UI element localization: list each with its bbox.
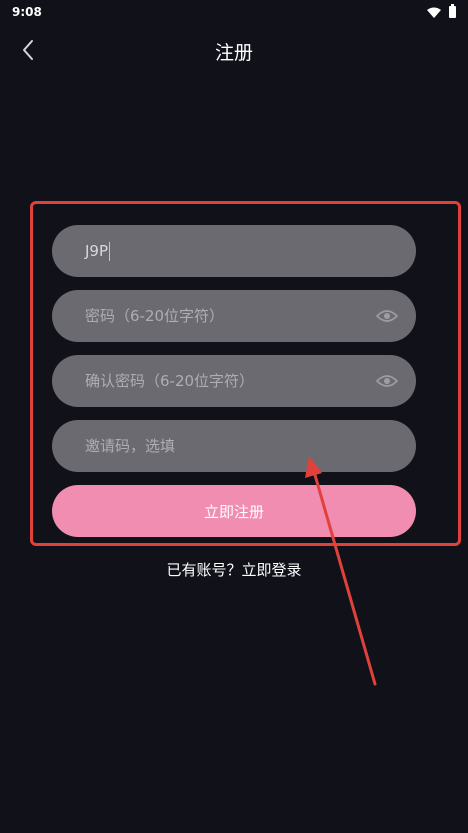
invite-code-field[interactable] — [52, 420, 416, 472]
status-time: 9:08 — [12, 5, 42, 19]
password-input[interactable] — [85, 307, 386, 325]
eye-icon[interactable] — [376, 373, 398, 389]
header: 注册 — [0, 28, 468, 72]
username-field[interactable]: J9P — [52, 225, 416, 277]
invite-code-input[interactable] — [85, 437, 386, 455]
register-screen: 9:08 注册 J9P 邀请码，选填 立即注册 已有账号？立即登录 — [0, 0, 468, 833]
wifi-icon — [427, 7, 441, 18]
confirm-password-field[interactable] — [52, 355, 416, 407]
login-prompt: 已有账号？立即登录 — [0, 559, 468, 580]
status-bar: 9:08 — [0, 0, 468, 24]
battery-icon — [449, 4, 456, 18]
confirm-password-input[interactable] — [85, 372, 386, 390]
login-prefix: 已有账号？ — [166, 561, 242, 579]
username-value[interactable]: J9P — [85, 242, 108, 260]
login-link[interactable]: 立即登录 — [242, 561, 302, 579]
page-title: 注册 — [214, 42, 253, 64]
eye-icon[interactable] — [376, 308, 398, 324]
password-field[interactable] — [52, 290, 416, 342]
register-button[interactable]: 立即注册 — [52, 485, 416, 537]
text-caret — [109, 241, 111, 261]
status-icons — [427, 4, 456, 18]
